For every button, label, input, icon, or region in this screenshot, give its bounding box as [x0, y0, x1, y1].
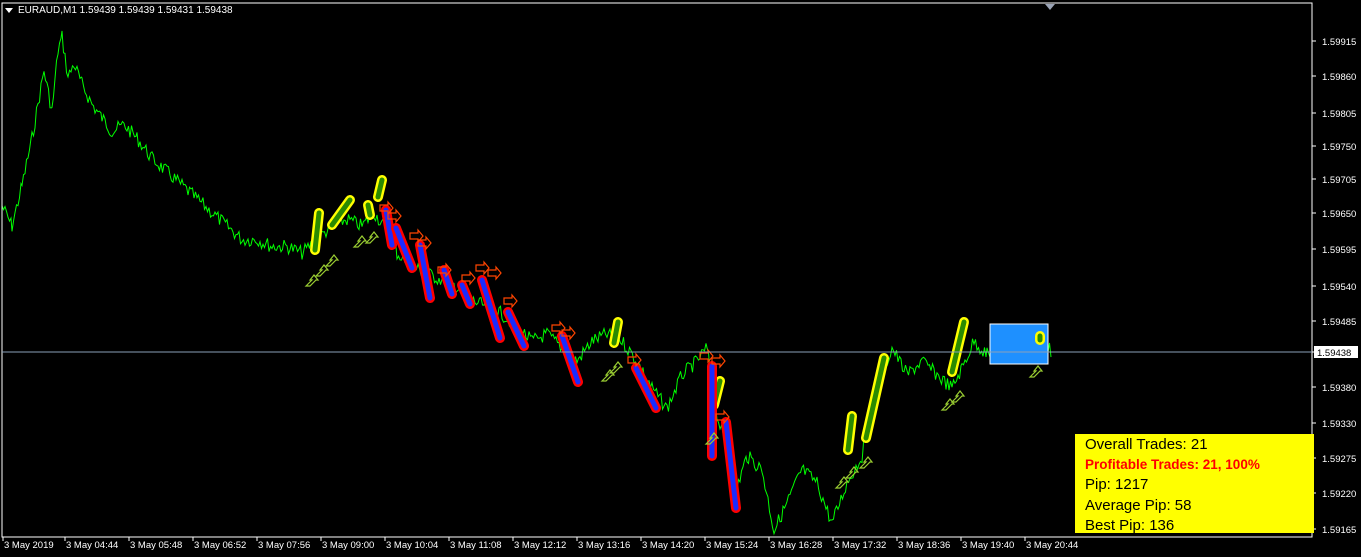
y-tick-label: 1.59805	[1322, 109, 1356, 120]
buy-arrow-icon	[940, 398, 956, 411]
stats-panel: Overall Trades: 21 Profitable Trades: 21…	[1075, 434, 1314, 534]
y-tick-label: 1.59860	[1322, 72, 1356, 83]
sell-marker	[505, 309, 527, 349]
y-tick-label: 1.59650	[1322, 209, 1356, 220]
buy-arrow-icon	[364, 231, 380, 244]
trade-markers	[304, 175, 1049, 513]
x-tick-label: 3 May 06:52	[194, 540, 246, 551]
sell-arrow-icon	[503, 293, 518, 309]
x-tick-label: 3 May 05:48	[130, 540, 182, 551]
best-pip: Best Pip: 136	[1085, 516, 1175, 534]
buy-arrow-icon	[608, 361, 624, 374]
x-tick-label: 3 May 2019	[4, 540, 54, 551]
buy-arrow-icon	[324, 254, 340, 267]
chart-menu-icon[interactable]	[5, 8, 13, 13]
x-tick-label: 3 May 13:16	[578, 540, 630, 551]
buy-arrow-icon	[314, 264, 330, 277]
x-tick-label: 3 May 11:08	[450, 540, 502, 551]
y-tick-label: 1.59540	[1322, 282, 1356, 293]
y-tick-label: 1.59165	[1322, 525, 1356, 536]
x-tick-label: 3 May 09:00	[322, 540, 374, 551]
profitable-trades: Profitable Trades: 21, 100%	[1085, 457, 1260, 473]
y-tick-label: 1.59750	[1322, 142, 1356, 153]
price-series	[1, 30, 1052, 536]
pip-total: Pip: 1217	[1085, 476, 1149, 494]
y-tick-label: 1.59595	[1322, 245, 1356, 256]
overall-trades: Overall Trades: 21	[1085, 436, 1208, 453]
chart-shift-icon[interactable]	[1045, 4, 1055, 10]
buy-arrow-icon	[950, 390, 966, 403]
y-tick-label: 1.59220	[1322, 489, 1356, 500]
sell-arrow-icon	[487, 265, 502, 281]
y-tick-label: 1.59705	[1322, 175, 1356, 186]
buy-marker	[863, 355, 887, 441]
y-tick-label: 1.59485	[1322, 317, 1356, 328]
current-price-label: 1.59438	[1317, 348, 1351, 359]
x-tick-label: 3 May 15:24	[706, 540, 758, 551]
sell-marker	[479, 277, 503, 341]
x-tick-label: 3 May 20:44	[1026, 540, 1078, 551]
y-tick-label: 1.59915	[1322, 37, 1356, 48]
x-tick-label: 3 May 04:44	[66, 540, 118, 551]
sell-arrow-icon	[475, 260, 490, 276]
average-pip: Average Pip: 58	[1085, 496, 1192, 514]
x-tick-label: 3 May 07:56	[258, 540, 310, 551]
buy-marker	[365, 202, 373, 218]
symbol-label: EURAUD,M1 1.59439 1.59439 1.59431 1.5943…	[18, 5, 233, 16]
y-tick-label: 1.59330	[1322, 419, 1356, 430]
y-tick-label: 1.59380	[1322, 383, 1356, 394]
buy-arrow-icon	[304, 274, 320, 287]
buy-arrow-icon	[844, 466, 860, 479]
buy-arrow-icon	[352, 235, 368, 248]
buy-arrow-icon	[1028, 365, 1044, 378]
y-tick-label: 1.59275	[1322, 454, 1356, 465]
buy-arrow-icon	[600, 369, 616, 382]
x-tick-label: 3 May 19:40	[962, 540, 1014, 551]
x-tick-label: 3 May 10:04	[386, 540, 438, 551]
x-tick-label: 3 May 17:32	[834, 540, 886, 551]
x-tick-label: 3 May 14:20	[642, 540, 694, 551]
x-tick-label: 3 May 16:28	[770, 540, 822, 551]
price-line	[1, 30, 1052, 536]
x-tick-label: 3 May 12:12	[514, 540, 566, 551]
x-tick-label: 3 May 18:36	[898, 540, 950, 551]
